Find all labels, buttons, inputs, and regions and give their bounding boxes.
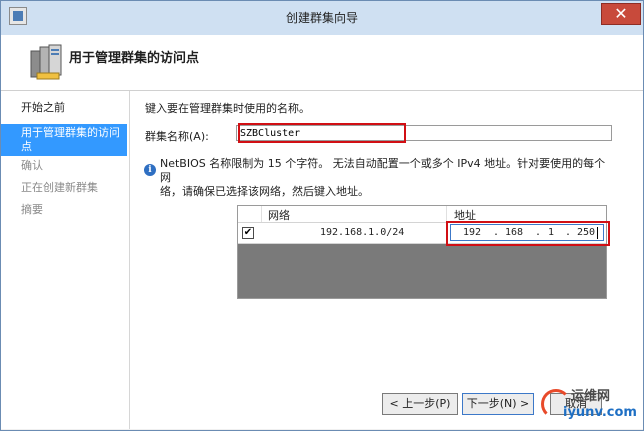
step-label-line2: 点 — [21, 140, 32, 153]
step-label: 用于管理群集的访问 — [21, 126, 120, 139]
network-cell: 192.168.1.0/24 — [320, 227, 405, 238]
step-access-point[interactable]: 用于管理群集的访问 点 — [1, 124, 127, 156]
step-summary: 摘要 — [1, 203, 127, 217]
wizard-header: 用于管理群集的访问点 — [1, 35, 643, 91]
info-text: NetBIOS 名称限制为 15 个字符。 无法自动配置一个或多个 IPv4 地… — [160, 157, 615, 199]
watermark: 运维网 iyunv.com — [541, 383, 641, 429]
highlight-box-address — [446, 221, 610, 246]
watermark-site-name: 运维网 — [571, 389, 611, 404]
info-line-2: 络，请确保已选择该网络，然后键入地址。 — [160, 185, 369, 198]
page-title: 用于管理群集的访问点 — [69, 51, 200, 66]
column-header-network[interactable]: 网络 — [268, 207, 290, 223]
network-checkbox[interactable]: ✔ — [242, 227, 254, 239]
window-title: 创建群集向导 — [285, 11, 358, 25]
cluster-name-label: 群集名称(A): — [145, 130, 209, 143]
step-label: 正在创建新群集 — [21, 181, 98, 194]
step-confirmation: 确认 — [1, 159, 127, 173]
steps-pane: 开始之前 用于管理群集的访问 点 确认 正在创建新群集 摘要 — [1, 91, 130, 429]
info-icon: i — [144, 164, 156, 176]
watermark-url: iyunv.com — [563, 405, 637, 420]
step-label: 摘要 — [21, 203, 43, 216]
highlight-box-name — [238, 123, 406, 143]
instruction-text: 键入要在管理群集时使用的名称。 — [145, 102, 310, 115]
wizard-window: 创建群集向导 ✕ 用于管理群集的访问点 开始之前 用于管理群集的访问 点 确认 … — [0, 0, 644, 431]
info-line-1: NetBIOS 名称限制为 15 个字符。 无法自动配置一个或多个 IPv4 地… — [160, 157, 606, 184]
network-table: 网络 地址 ✔ 192.168.1.0/24 192 . 168 . 1 . 2… — [237, 205, 607, 299]
content-pane: 键入要在管理群集时使用的名称。 群集名称(A): i NetBIOS 名称限制为… — [130, 91, 643, 429]
back-button[interactable]: < 上一步(P) — [382, 393, 458, 415]
step-creating-cluster: 正在创建新群集 — [1, 181, 127, 195]
next-button[interactable]: 下一步(N) > — [462, 393, 534, 415]
title-bar: 创建群集向导 ✕ — [1, 1, 643, 36]
step-label: 开始之前 — [21, 101, 65, 114]
close-button[interactable]: ✕ — [601, 3, 641, 25]
header-check-column — [238, 206, 262, 222]
column-divider — [446, 206, 447, 222]
step-before-you-begin[interactable]: 开始之前 — [1, 101, 127, 115]
step-label: 确认 — [21, 159, 43, 172]
cluster-servers-icon — [30, 44, 62, 80]
